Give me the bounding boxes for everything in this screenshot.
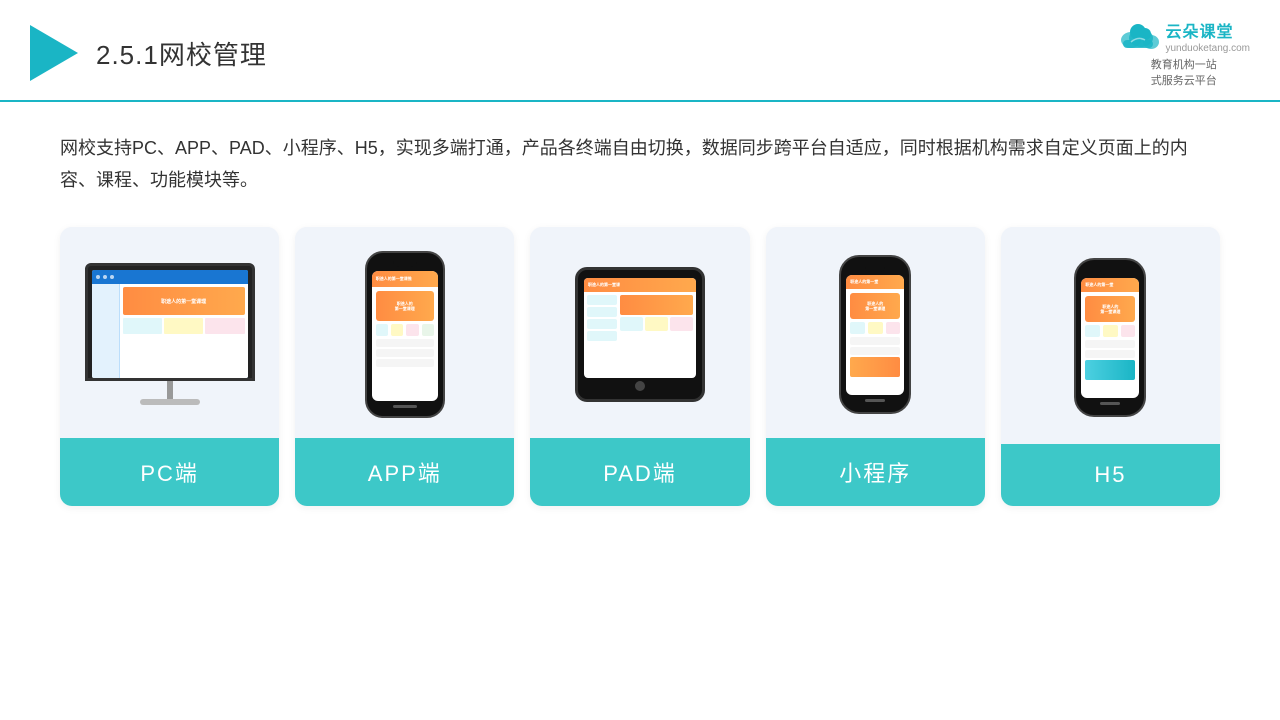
cards-container: 职途人的第一堂课理 xyxy=(60,227,1220,506)
miniprogram-phone-mockup: 职途人的第一堂 职途人的第一堂课理 xyxy=(839,255,911,414)
h5-phone-outer: 职途人的第一堂 职途人的第一堂课理 xyxy=(1074,258,1146,417)
miniprogram-card-image: 职途人的第一堂 职途人的第一堂课理 xyxy=(766,227,985,438)
miniprogram-card-label: 小程序 xyxy=(766,438,985,506)
app-card: 职途人的第一堂课推 职途人的第一堂课理 xyxy=(295,227,514,506)
h5-card-label: H5 xyxy=(1001,444,1220,506)
h5-phone-mockup: 职途人的第一堂 职途人的第一堂课理 xyxy=(1074,258,1146,417)
tablet-outer: 职途人的第一堂课 xyxy=(575,267,705,402)
app-card-label: APP端 xyxy=(295,438,514,506)
page-title: 2.5.1网校管理 xyxy=(96,35,267,72)
pc-card-label: PC端 xyxy=(60,438,279,506)
h5-card: 职途人的第一堂 职途人的第一堂课理 xyxy=(1001,227,1220,506)
app-card-image: 职途人的第一堂课推 职途人的第一堂课理 xyxy=(295,227,514,438)
brand-name-text: 云朵课堂 yunduoketang.com xyxy=(1165,18,1250,54)
description-text: 网校支持PC、APP、PAD、小程序、H5，实现多端打通，产品各终端自由切换，数… xyxy=(60,132,1220,197)
pc-mockup: 职途人的第一堂课理 xyxy=(85,263,255,405)
logo-triangle-icon xyxy=(30,25,78,81)
pad-card-image: 职途人的第一堂课 xyxy=(530,227,749,438)
h5-phone-screen: 职途人的第一堂 职途人的第一堂课理 xyxy=(1081,278,1139,398)
pad-card-label: PAD端 xyxy=(530,438,749,506)
pc-card-image: 职途人的第一堂课理 xyxy=(60,227,279,438)
h5-card-image: 职途人的第一堂 职途人的第一堂课理 xyxy=(1001,227,1220,444)
brand-logo-area: 云朵课堂 yunduoketang.com 教育机构一站 式服务云平台 xyxy=(1117,18,1250,88)
miniprogram-card: 职途人的第一堂 职途人的第一堂课理 xyxy=(766,227,985,506)
pad-card: 职途人的第一堂课 xyxy=(530,227,749,506)
miniprogram-phone-outer: 职途人的第一堂 职途人的第一堂课理 xyxy=(839,255,911,414)
header-left: 2.5.1网校管理 xyxy=(30,25,267,81)
tablet-screen: 职途人的第一堂课 xyxy=(584,278,696,378)
main-content: 网校支持PC、APP、PAD、小程序、H5，实现多端打通，产品各终端自由切换，数… xyxy=(0,102,1280,526)
app-phone-mockup: 职途人的第一堂课推 职途人的第一堂课理 xyxy=(365,251,445,418)
header: 2.5.1网校管理 云朵课堂 yunduoketang.com 教育机构一站 式… xyxy=(0,0,1280,102)
pc-screen-inner: 职途人的第一堂课理 xyxy=(92,270,248,378)
pc-screen-outer: 职途人的第一堂课理 xyxy=(85,263,255,381)
tablet-mockup: 职途人的第一堂课 xyxy=(575,267,705,402)
pc-card: 职途人的第一堂课理 xyxy=(60,227,279,506)
cloud-icon xyxy=(1117,22,1159,50)
app-phone-screen: 职途人的第一堂课推 职途人的第一堂课理 xyxy=(372,271,438,401)
brand-logo: 云朵课堂 yunduoketang.com xyxy=(1117,18,1250,54)
app-phone-outer: 职途人的第一堂课推 职途人的第一堂课理 xyxy=(365,251,445,418)
miniprogram-phone-screen: 职途人的第一堂 职途人的第一堂课理 xyxy=(846,275,904,395)
